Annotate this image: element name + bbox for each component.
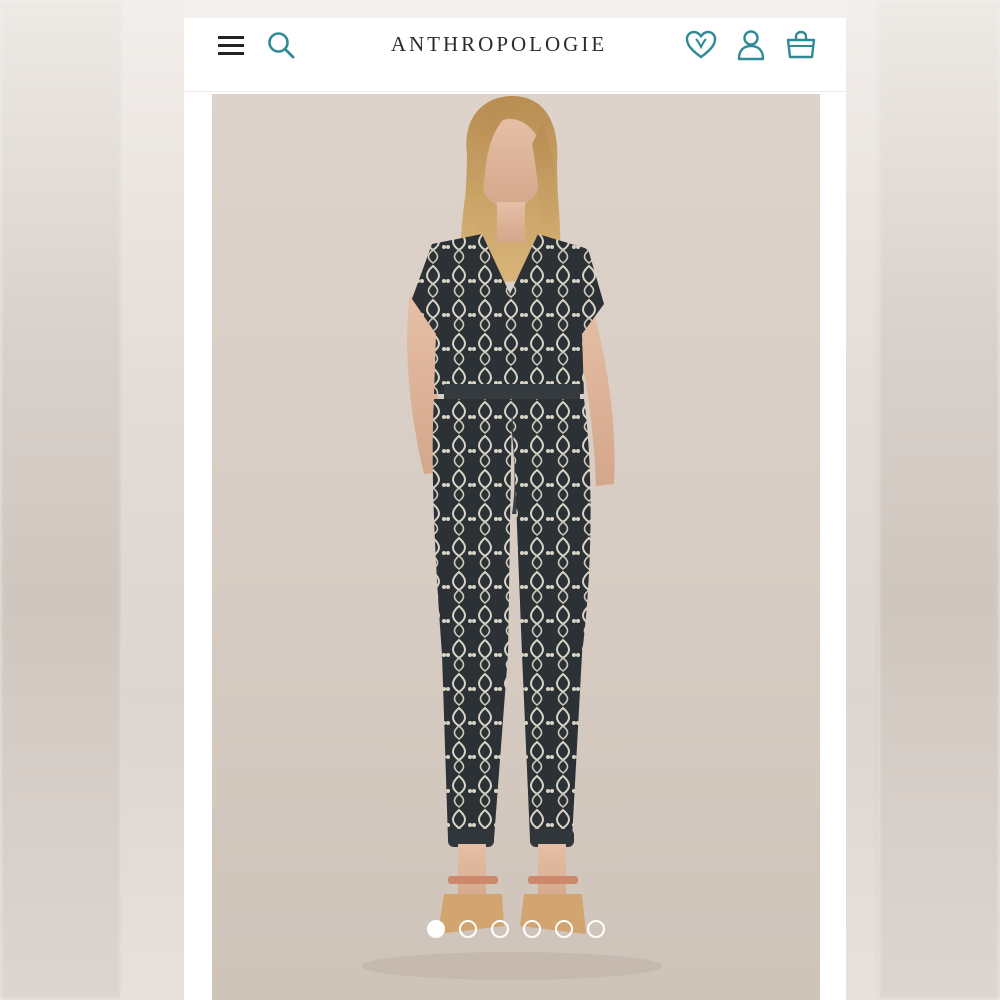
- wishlist-button[interactable]: [684, 28, 718, 62]
- heart-icon: [685, 30, 717, 59]
- carousel-dot-2[interactable]: [459, 920, 477, 938]
- search-button[interactable]: [264, 28, 298, 62]
- hamburger-menu-icon: [218, 36, 244, 55]
- product-image-carousel[interactable]: [212, 94, 820, 1000]
- backdrop-inner-right: [846, 0, 878, 1000]
- backdrop-right: [878, 0, 1000, 1000]
- account-button[interactable]: [734, 28, 768, 62]
- shopping-bag-icon: [786, 30, 816, 59]
- backdrop-left: [0, 0, 122, 1000]
- carousel-dot-5[interactable]: [555, 920, 573, 938]
- menu-button[interactable]: [214, 28, 248, 62]
- carousel-dot-6[interactable]: [587, 920, 605, 938]
- search-icon: [268, 32, 295, 59]
- backdrop-inner-left: [122, 0, 184, 1000]
- carousel-pagination: [212, 920, 820, 944]
- top-navigation-bar: ANTHROPOLOGIE: [184, 18, 846, 92]
- carousel-dot-4[interactable]: [523, 920, 541, 938]
- user-icon: [737, 30, 765, 61]
- carousel-dot-1[interactable]: [427, 920, 445, 938]
- brand-logo[interactable]: ANTHROPOLOGIE: [364, 32, 634, 57]
- jumpsuit-product-photo: [362, 96, 662, 980]
- carousel-dot-3[interactable]: [491, 920, 509, 938]
- phone-screen: ANTHROPOLOGIE: [184, 18, 846, 1000]
- shopping-bag-button[interactable]: [784, 28, 818, 62]
